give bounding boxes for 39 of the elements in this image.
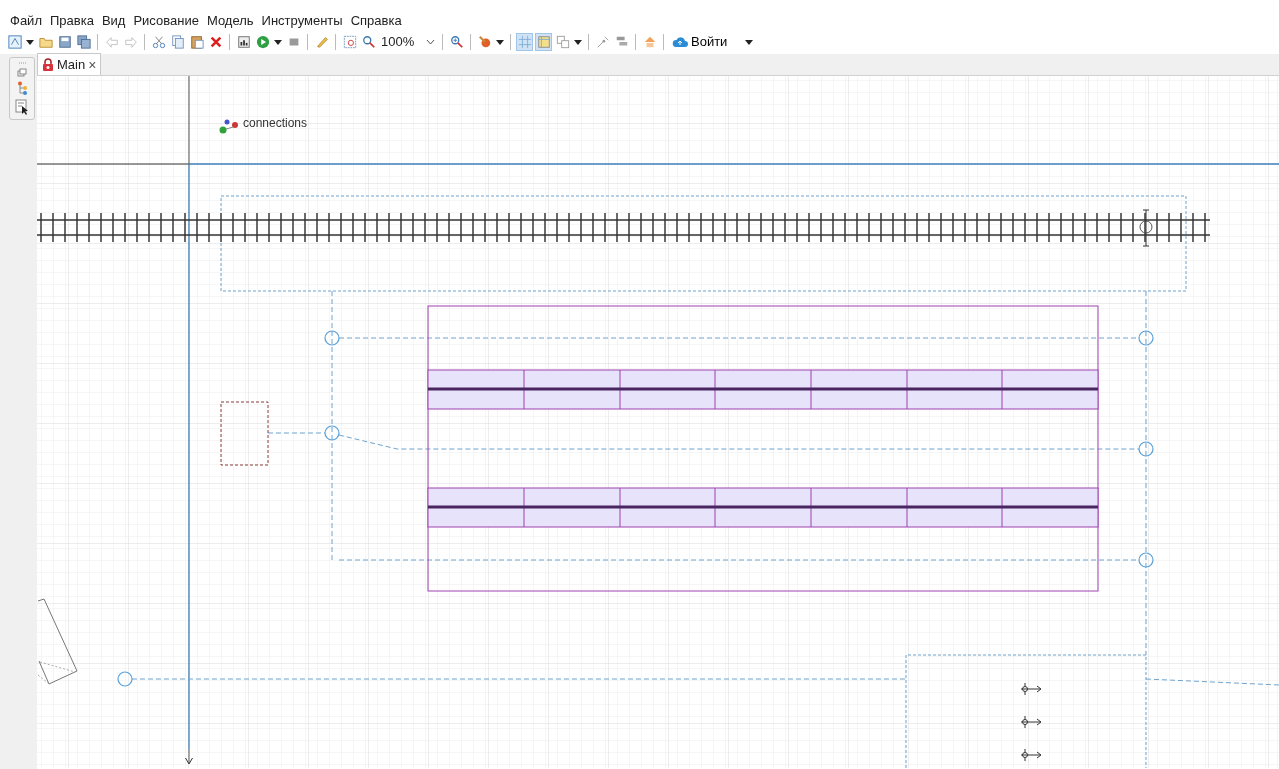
editor-tab[interactable]: Main × [37, 53, 102, 75]
caret-icon [426, 39, 435, 45]
menu-item[interactable]: Справка [346, 12, 406, 30]
build-icon[interactable] [235, 33, 252, 51]
connections-icon [219, 119, 238, 134]
agent-tree-icon[interactable] [16, 81, 28, 95]
save-all-icon[interactable] [75, 33, 92, 51]
window-icon[interactable] [17, 68, 27, 77]
paste-icon[interactable] [188, 33, 205, 51]
menu-item[interactable]: Правка [45, 12, 98, 30]
save-icon[interactable] [56, 33, 73, 51]
node-circle [117, 671, 133, 687]
zoom-in-icon[interactable] [448, 33, 465, 51]
menu-item[interactable]: Файл [6, 12, 46, 30]
menu-item[interactable]: Рисование [129, 12, 203, 30]
node-circle [1138, 330, 1154, 346]
node-circle [324, 330, 340, 346]
cloud-icon [672, 36, 688, 48]
track-end-marker [1139, 209, 1153, 247]
agent-label: connections [243, 116, 308, 130]
node-circle [324, 425, 340, 441]
menu-item[interactable]: Модель [202, 12, 258, 30]
menu-item[interactable]: Инструменты [257, 12, 347, 30]
snap-icon[interactable] [535, 33, 552, 51]
lock-icon [42, 58, 54, 71]
marker-icon [1020, 748, 1042, 762]
zoom-out-icon[interactable] [360, 33, 377, 51]
zoom-fit-icon[interactable] [341, 33, 358, 51]
grid-icon[interactable] [516, 33, 533, 51]
selection-icon[interactable] [15, 99, 29, 115]
node-circle [1138, 552, 1154, 568]
marker-icon [1020, 715, 1042, 729]
small-dashed-box [220, 401, 269, 466]
node-circle [1138, 441, 1154, 457]
marker-icon [1020, 682, 1042, 696]
menu-item[interactable]: Вид [97, 12, 130, 30]
sign-in-button[interactable]: Войти [669, 33, 731, 51]
copy-icon[interactable] [169, 33, 186, 51]
close-button[interactable]: × [88, 57, 97, 72]
